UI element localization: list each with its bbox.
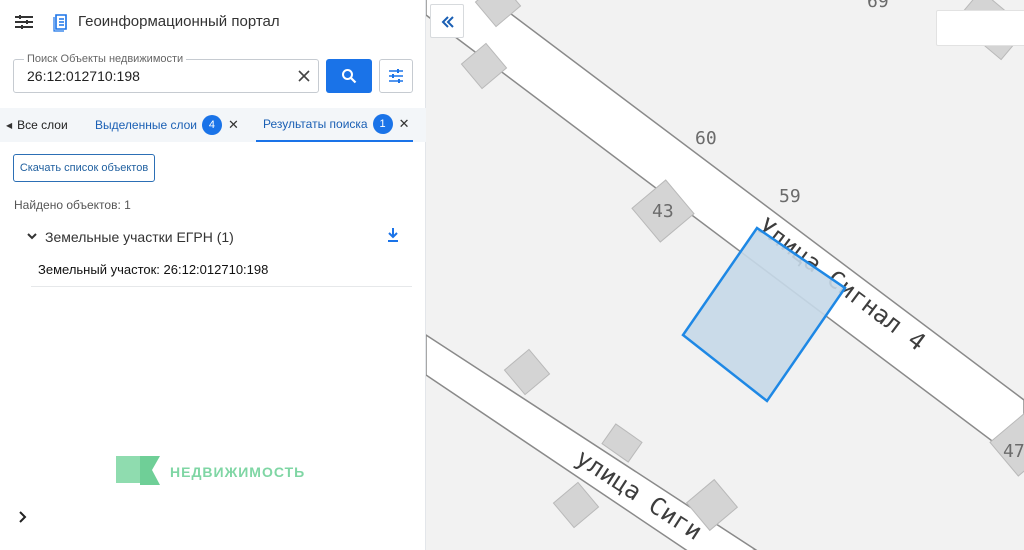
house-number: 59 <box>779 186 801 207</box>
menu-icon[interactable] <box>14 13 34 31</box>
download-icon[interactable] <box>386 227 400 243</box>
house-number: 47 <box>1003 441 1024 462</box>
house-number: 69 <box>867 0 889 12</box>
tab-selected-layers[interactable]: Выделенные слои 4 ✕ <box>95 108 239 142</box>
chevron-down-icon[interactable] <box>26 230 38 242</box>
building <box>552 481 600 529</box>
brand-text: НЕДВИЖИМОСТЬ <box>170 464 306 480</box>
group-title: Земельные участки ЕГРН (1) <box>45 229 234 245</box>
left-panel: Геоинформационный портал Поиск Объекты н… <box>0 0 426 550</box>
collapse-panel-button[interactable] <box>430 4 464 38</box>
map-overlay-box <box>936 10 1024 46</box>
search-input[interactable] <box>27 67 277 85</box>
count-badge: 4 <box>201 115 222 135</box>
layers-logo-icon <box>53 14 67 32</box>
search-field[interactable]: Поиск Объекты недвижимости <box>13 53 319 93</box>
double-chevron-left-icon <box>441 16 454 28</box>
found-count: Найдено объектов: 1 <box>14 198 131 212</box>
sliders-icon <box>389 69 403 83</box>
close-icon[interactable] <box>296 68 312 84</box>
building <box>503 348 551 396</box>
close-icon[interactable]: ✕ <box>228 117 239 133</box>
tab-label: Выделенные слои <box>95 118 197 132</box>
chevron-right-icon[interactable] <box>16 510 30 524</box>
caret-left-icon: ◀ <box>6 120 13 130</box>
app-header: Геоинформационный портал <box>0 0 426 44</box>
tab-label: Результаты поиска <box>263 117 368 131</box>
result-item-label: Земельный участок: 26:12:012710:198 <box>38 262 269 277</box>
search-label: Поиск Объекты недвижимости <box>24 53 187 65</box>
street-label: улица Сиги <box>571 444 707 546</box>
tab-label: Все слои <box>17 118 68 132</box>
search-icon <box>342 69 357 84</box>
brand-logo: НЕДВИЖИМОСТЬ <box>116 455 316 487</box>
close-icon[interactable]: ✕ <box>399 116 410 132</box>
map-view[interactable]: 69 60 59 43 47 Улица Сигнал 4 улица Сиги <box>426 0 1024 550</box>
download-list-button[interactable]: Скачать список объектов <box>13 154 155 182</box>
tab-search-results[interactable]: Результаты поиска 1 ✕ <box>256 108 413 142</box>
tab-all-layers[interactable]: ◀ Все слои <box>6 108 68 142</box>
house-number: 60 <box>695 128 717 149</box>
app-title: Геоинформационный портал <box>78 13 280 30</box>
search-button[interactable] <box>326 59 372 93</box>
map-canvas[interactable]: 69 60 59 43 47 Улица Сигнал 4 улица Сиги <box>426 0 1024 550</box>
count-badge: 1 <box>372 114 393 134</box>
brand-logo-icon <box>116 456 160 485</box>
tab-bar: ◀ Все слои Выделенные слои 4 ✕ Результат… <box>0 108 426 142</box>
result-group[interactable]: Земельные участки ЕГРН (1) <box>14 226 412 248</box>
house-number: 43 <box>652 201 674 222</box>
filter-button[interactable] <box>379 59 413 93</box>
list-item[interactable]: Земельный участок: 26:12:012710:198 <box>31 253 412 287</box>
